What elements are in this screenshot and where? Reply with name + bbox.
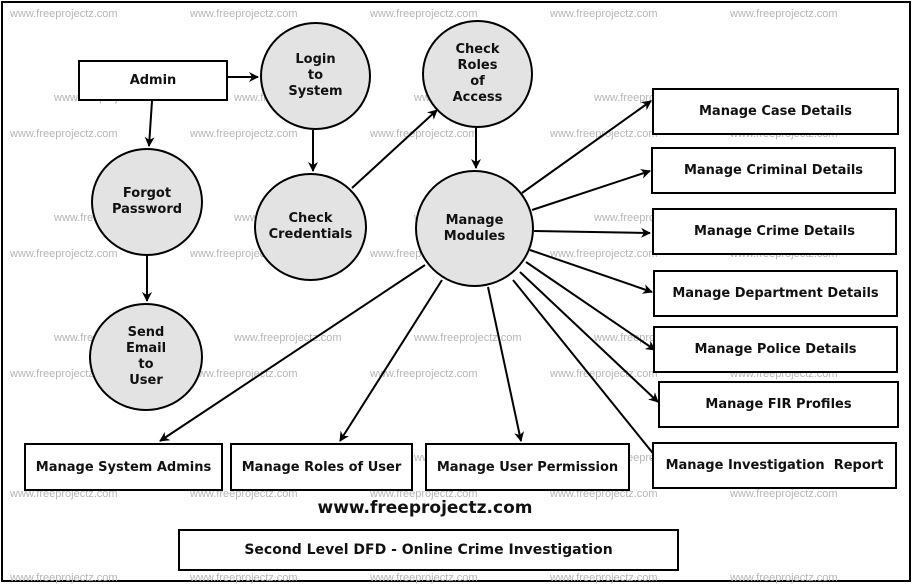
module-police-details-label: Manage Police Details (694, 342, 857, 357)
process-send-email[interactable]: Send Email to User (89, 303, 203, 411)
module-user-permission[interactable]: Manage User Permission (425, 443, 630, 491)
process-login[interactable]: Login to System (260, 22, 371, 130)
entity-admin[interactable]: Admin (78, 60, 228, 101)
diagram-title-text: Second Level DFD - Online Crime Investig… (244, 542, 613, 558)
process-check-roles[interactable]: Check Roles of Access (422, 20, 533, 128)
process-send-email-label: Send Email to User (125, 325, 167, 388)
flow-arrow-manage-modules-to-permission (487, 286, 525, 442)
module-department-details[interactable]: Manage Department Details (653, 270, 898, 317)
flow-arrow-manage-modules-to-crime (533, 227, 651, 238)
website-label: www.freeprojectz.com (317, 498, 533, 518)
module-investigation-report[interactable]: Manage Investigation Report (652, 442, 897, 489)
module-police-details[interactable]: Manage Police Details (653, 326, 898, 373)
module-fir-profiles[interactable]: Manage FIR Profiles (658, 381, 899, 428)
process-manage-modules[interactable]: Manage Modules (415, 170, 534, 287)
process-forgot-password-label: Forgot Password (111, 186, 183, 217)
flow-arrow-manage-modules-to-investigation (512, 279, 661, 463)
flow-arrow-manage-modules-to-department (529, 249, 653, 294)
module-system-admins[interactable]: Manage System Admins (24, 443, 223, 491)
module-investigation-report-label: Manage Investigation Report (665, 458, 884, 473)
module-case-details-label: Manage Case Details (698, 104, 853, 119)
process-forgot-password[interactable]: Forgot Password (91, 148, 203, 256)
module-case-details[interactable]: Manage Case Details (652, 88, 899, 135)
flow-arrow-admin-to-forgot-password (144, 100, 155, 147)
module-system-admins-label: Manage System Admins (35, 459, 212, 475)
process-check-roles-label: Check Roles of Access (452, 42, 503, 105)
module-department-details-label: Manage Department Details (672, 286, 879, 301)
module-criminal-details[interactable]: Manage Criminal Details (651, 147, 896, 194)
process-manage-modules-label: Manage Modules (443, 212, 506, 244)
flow-arrow-check-credentials-to-check-roles (351, 109, 438, 189)
module-user-permission-label: Manage User Permission (436, 459, 619, 475)
process-login-label: Login to System (288, 52, 343, 99)
process-check-credentials-label: Check Credentials (268, 211, 353, 242)
module-roles-of-user[interactable]: Manage Roles of User (230, 443, 413, 491)
module-fir-profiles-label: Manage FIR Profiles (705, 397, 852, 412)
entity-admin-label: Admin (129, 73, 177, 88)
flow-arrow-manage-modules-to-roles (339, 279, 443, 442)
module-criminal-details-label: Manage Criminal Details (683, 163, 864, 178)
process-check-credentials[interactable]: Check Credentials (254, 173, 367, 281)
diagram-title: Second Level DFD - Online Crime Investig… (178, 529, 679, 571)
flow-arrow-manage-modules-to-case (521, 100, 652, 194)
flow-arrow-manage-modules-to-police (525, 261, 656, 351)
module-crime-details[interactable]: Manage Crime Details (652, 208, 897, 255)
flow-arrow-manage-modules-to-criminal (531, 169, 651, 211)
module-crime-details-label: Manage Crime Details (694, 224, 855, 239)
module-roles-of-user-label: Manage Roles of User (241, 459, 402, 475)
